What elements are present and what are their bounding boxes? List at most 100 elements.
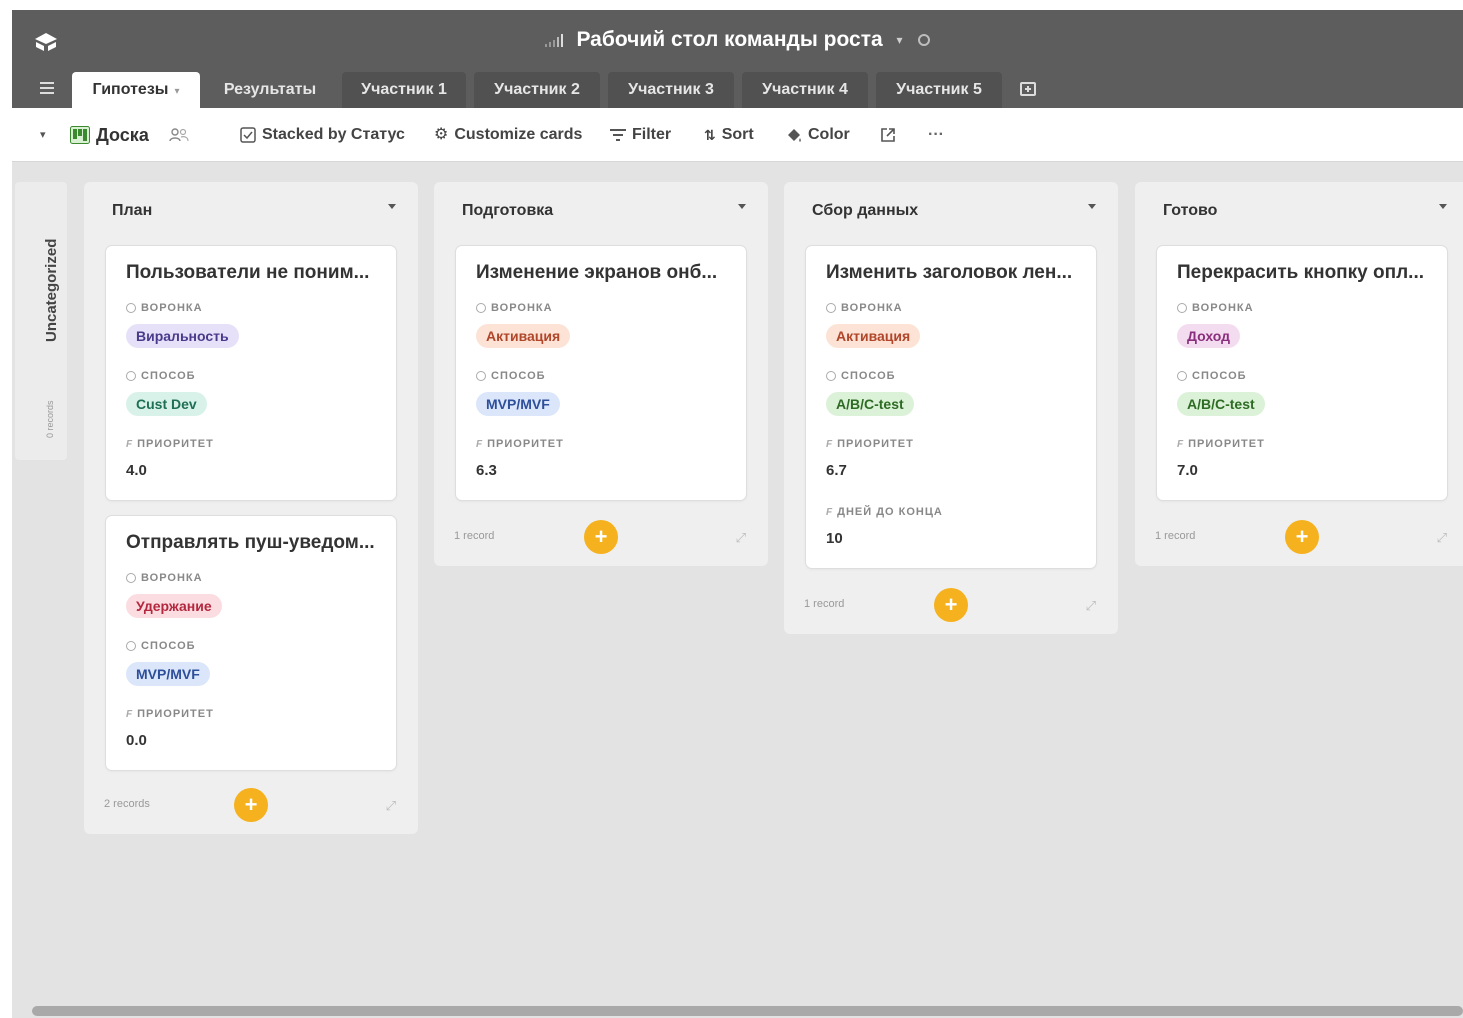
column-title: План	[112, 202, 153, 219]
filter-icon	[610, 129, 626, 141]
tab-label: Участник 2	[494, 81, 580, 98]
expand-icon[interactable]: ⤢	[736, 530, 746, 546]
funnel-pill: Удержание	[126, 594, 222, 618]
priority-value: 0.0	[126, 732, 147, 749]
record-count: 1 record	[454, 530, 495, 542]
method-pill: Cust Dev	[126, 392, 207, 416]
record-card[interactable]: Изменить заголовок лен... ВОРОНКА Актива…	[806, 246, 1096, 568]
base-title[interactable]: Рабочий стол команды роста ▾	[12, 28, 1463, 52]
column-header: Подготовка	[434, 182, 768, 238]
formula-icon: f	[126, 708, 133, 720]
column-header: Сбор данных	[784, 182, 1118, 238]
single-select-icon	[476, 303, 486, 313]
column-footer: 1 record + ⤢	[434, 512, 768, 562]
uncategorized-label: Uncategorized	[43, 238, 60, 342]
chevron-down-icon[interactable]: ▾	[174, 86, 179, 97]
expand-icon[interactable]: ⤢	[1086, 598, 1096, 614]
field-label-funnel: ВОРОНКА	[1177, 302, 1254, 314]
tab-participant-3[interactable]: Участник 3	[608, 72, 734, 108]
record-count: 1 record	[1155, 530, 1196, 542]
record-card[interactable]: Пользователи не поним... ВОРОНКА Виральн…	[106, 246, 396, 500]
menu-icon[interactable]	[40, 82, 54, 94]
column-header: Готово	[1135, 182, 1463, 238]
more-icon: ···	[928, 126, 944, 143]
method-pill: A/B/C-test	[826, 392, 914, 416]
record-count: 2 records	[104, 798, 150, 810]
info-icon[interactable]	[918, 34, 931, 47]
single-select-icon	[476, 371, 486, 381]
tab-participant-4[interactable]: Участник 4	[742, 72, 868, 108]
field-label-days-left: f ДНЕЙ ДО КОНЦА	[826, 506, 943, 518]
method-pill: MVP/MVF	[126, 662, 210, 686]
tab-participant-1[interactable]: Участник 1	[342, 72, 466, 108]
column-footer: 2 records + ⤢	[84, 780, 418, 830]
tab-participant-2[interactable]: Участник 2	[474, 72, 600, 108]
paint-bucket-icon	[788, 129, 801, 142]
card-title: Пользователи не поним...	[126, 262, 370, 283]
tab-hypotheses[interactable]: Гипотезы ▾	[72, 72, 200, 108]
field-label-text: ВОРОНКА	[491, 302, 553, 314]
add-record-button[interactable]: +	[584, 520, 618, 554]
card-title: Изменение экранов онб...	[476, 262, 718, 283]
add-record-button[interactable]: +	[934, 588, 968, 622]
chevron-down-icon[interactable]: ▾	[897, 33, 903, 47]
field-label-text: ПРИОРИТЕТ	[1188, 438, 1265, 450]
tab-label: Участник 4	[762, 81, 848, 98]
single-select-icon	[126, 641, 136, 651]
uncategorized-stack[interactable]: Uncategorized 0 records	[15, 182, 67, 460]
field-label-method: СПОСОБ	[826, 370, 896, 382]
horizontal-scrollbar[interactable]	[32, 1006, 1463, 1016]
share-icon	[881, 128, 895, 142]
tab-results[interactable]: Результаты	[208, 72, 332, 108]
stacked-by-label: Stacked by Статус	[262, 126, 405, 143]
single-select-icon	[126, 573, 136, 583]
sort-icon: ⇅	[704, 127, 716, 143]
field-label-text: ПРИОРИТЕТ	[837, 438, 914, 450]
add-record-button[interactable]: +	[1285, 520, 1319, 554]
chevron-down-icon[interactable]	[1088, 204, 1096, 209]
record-card[interactable]: Перекрасить кнопку опл... ВОРОНКА Доход …	[1157, 246, 1447, 500]
stacked-by-button[interactable]: Stacked by Статус	[240, 108, 405, 162]
field-label-method: СПОСОБ	[126, 370, 196, 382]
sort-button[interactable]: ⇅ Sort	[704, 108, 754, 162]
field-label-text: ДНЕЙ ДО КОНЦА	[837, 506, 943, 518]
sort-label: Sort	[721, 126, 754, 143]
customize-cards-button[interactable]: ⚙ Customize cards	[434, 108, 582, 162]
field-label-text: СПОСОБ	[841, 370, 896, 382]
table-tabs: Гипотезы ▾ Результаты Участник 1 Участник…	[12, 68, 1463, 108]
column-footer: 1 record + ⤢	[784, 580, 1118, 630]
formula-icon: f	[476, 438, 483, 450]
priority-value: 6.7	[826, 462, 847, 479]
tab-participant-5[interactable]: Участник 5	[876, 72, 1002, 108]
field-label-text: ВОРОНКА	[141, 572, 203, 584]
add-table-icon[interactable]	[1020, 82, 1036, 96]
field-label-method: СПОСОБ	[476, 370, 546, 382]
formula-icon: f	[826, 438, 833, 450]
field-label-text: ПРИОРИТЕТ	[137, 438, 214, 450]
expand-icon[interactable]: ⤢	[386, 798, 396, 814]
record-card[interactable]: Изменение экранов онб... ВОРОНКА Активац…	[456, 246, 746, 500]
record-card[interactable]: Отправлять пуш-уведом... ВОРОНКА Удержан…	[106, 516, 396, 770]
field-label-priority: f ПРИОРИТЕТ	[476, 438, 564, 450]
title-bar: Рабочий стол команды роста ▾	[12, 10, 1463, 68]
stack-column: План Пользователи не поним... ВОРОНКА Ви…	[84, 182, 418, 834]
field-label-text: СПОСОБ	[141, 370, 196, 382]
tab-label: Участник 3	[628, 81, 714, 98]
single-select-icon	[1177, 303, 1187, 313]
expand-icon[interactable]: ⤢	[1437, 530, 1447, 546]
card-title: Изменить заголовок лен...	[826, 262, 1073, 283]
field-label-method: СПОСОБ	[1177, 370, 1247, 382]
funnel-pill: Активация	[826, 324, 921, 348]
more-options-button[interactable]: ···	[928, 108, 944, 162]
people-icon	[169, 128, 189, 142]
share-view-button[interactable]	[880, 108, 896, 162]
color-button[interactable]: Color	[786, 108, 850, 162]
add-record-button[interactable]: +	[234, 788, 268, 822]
views-toggle[interactable]: ▾	[40, 108, 46, 162]
chevron-down-icon[interactable]	[388, 204, 396, 209]
chevron-down-icon[interactable]	[1439, 204, 1447, 209]
view-switcher[interactable]: Доска	[70, 108, 189, 162]
filter-button[interactable]: Filter	[610, 108, 671, 162]
base-title-text: Рабочий стол команды роста	[576, 28, 883, 51]
chevron-down-icon[interactable]	[738, 204, 746, 209]
